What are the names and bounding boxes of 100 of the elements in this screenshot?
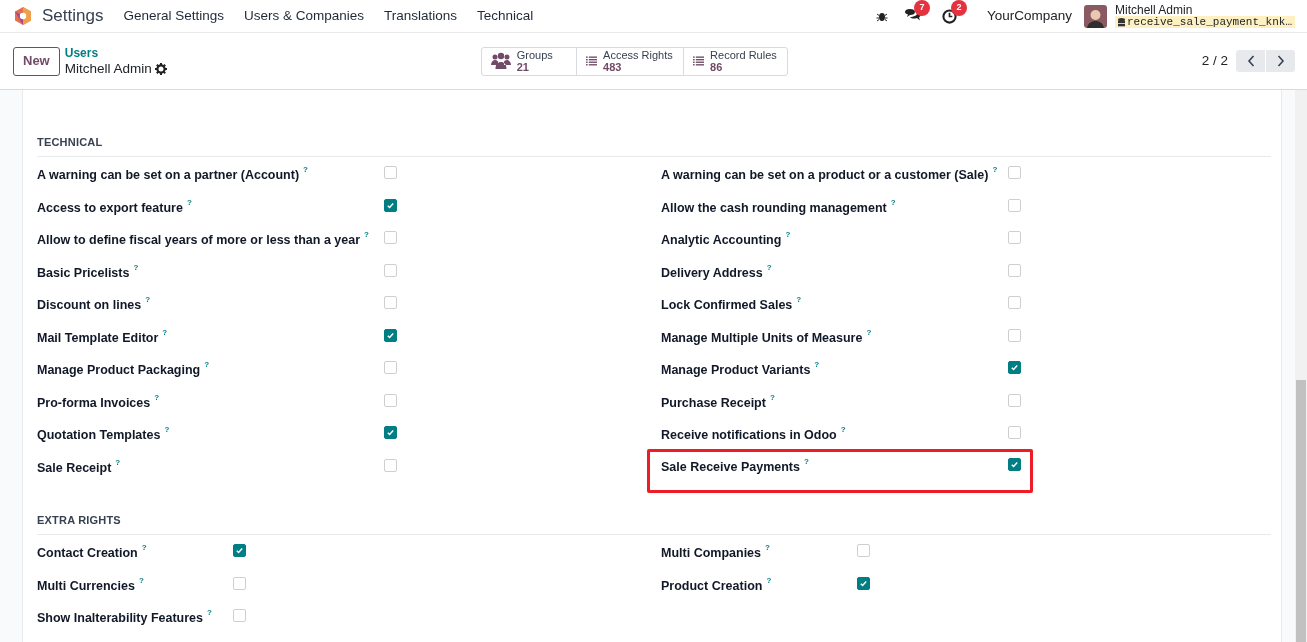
check-icon — [1010, 363, 1019, 372]
next-button[interactable] — [1266, 50, 1295, 72]
field-label: Multi Companies — [661, 545, 761, 563]
stat-label: Groups — [516, 49, 553, 61]
logo-icon[interactable] — [13, 6, 33, 26]
field-label: Manage Product Variants — [661, 362, 811, 379]
breadcrumb-link[interactable]: Users — [64, 46, 167, 61]
chevron-right-icon — [1276, 55, 1285, 67]
help-tooltip[interactable]: ? — [145, 294, 151, 306]
menu-item[interactable]: General Settings — [123, 5, 224, 27]
check-icon — [235, 546, 244, 556]
field-label: Multi Currencies — [37, 577, 135, 595]
bug-icon[interactable] — [875, 10, 888, 22]
record-title: Mitchell Admin — [64, 61, 152, 76]
pager-value: 2 / 2 — [1201, 51, 1228, 70]
help-tooltip[interactable]: ? — [204, 359, 210, 371]
field-label: Lock Confirmed Sales — [661, 297, 793, 314]
users-icon — [490, 52, 511, 70]
help-tooltip[interactable]: ? — [992, 164, 998, 176]
notification-badge: 7 — [913, 0, 930, 16]
smart-button[interactable]: Record Rules 86 — [682, 47, 787, 75]
checkbox[interactable] — [384, 426, 397, 439]
field-label: Analytic Accounting — [661, 232, 782, 249]
field-label: Contact Creation — [37, 545, 138, 563]
help-tooltip[interactable]: ? — [766, 574, 772, 587]
help-tooltip[interactable]: ? — [785, 229, 791, 241]
field-label: Product Creation — [661, 577, 763, 595]
checkbox[interactable] — [857, 576, 870, 590]
field-label: Show Inalterability Features — [37, 610, 203, 628]
notification-badge: 2 — [950, 0, 967, 16]
checkbox[interactable] — [233, 544, 246, 558]
menu-item[interactable]: Users & Companies — [244, 5, 365, 27]
field-label: Mail Template Editor — [37, 329, 159, 347]
gear-icon[interactable] — [154, 62, 167, 75]
help-tooltip[interactable]: ? — [154, 391, 160, 404]
field-label: Receive notifications in Odoo — [661, 427, 837, 444]
menu-item[interactable]: Translations — [384, 5, 458, 27]
scrollbar[interactable] — [1295, 90, 1307, 642]
help-tooltip[interactable]: ? — [890, 196, 896, 209]
help-tooltip[interactable]: ? — [766, 261, 772, 274]
smart-button[interactable]: Access Rights 483 — [575, 47, 683, 75]
check-icon — [386, 428, 395, 437]
field-label: Basic Pricelists — [37, 264, 130, 282]
stat-value: 483 — [603, 61, 623, 73]
help-tooltip[interactable]: ? — [141, 542, 147, 555]
help-tooltip[interactable]: ? — [814, 359, 820, 371]
stat-label: Record Rules — [710, 49, 777, 61]
help-tooltip[interactable]: ? — [364, 229, 369, 241]
section-title: EXTRA RIGHTS — [37, 514, 121, 527]
field-label: Delivery Address — [661, 264, 763, 282]
field-label: Sale Receive Payments — [661, 458, 800, 476]
checkbox[interactable] — [1008, 361, 1021, 374]
checkbox[interactable] — [384, 328, 397, 342]
help-tooltip[interactable]: ? — [138, 574, 144, 587]
smart-button[interactable]: Groups 21 — [481, 47, 576, 75]
help-tooltip[interactable]: ? — [133, 261, 139, 274]
help-tooltip[interactable]: ? — [303, 164, 308, 176]
field-label: Purchase Receipt — [661, 394, 766, 412]
field-label: Access to export feature — [37, 199, 183, 217]
database-icon — [1117, 17, 1125, 27]
help-tooltip[interactable]: ? — [115, 456, 121, 469]
help-tooltip[interactable]: ? — [769, 391, 775, 404]
check-icon — [1010, 459, 1019, 469]
stat-value: 86 — [710, 61, 724, 73]
user-name[interactable]: Mitchell Admin — [1114, 4, 1295, 16]
database-name: receive_sale_payment_knk… — [1114, 16, 1295, 28]
field-label: Pro-forma Invoices — [37, 394, 151, 412]
help-tooltip[interactable]: ? — [207, 607, 212, 620]
menu-item[interactable]: Technical — [477, 5, 534, 27]
field-label: A warning can be set on a product or a customer (Sale) — [661, 167, 989, 184]
field-label: A warning can be set on a partner (Account) — [37, 167, 300, 184]
stat-label: Access Rights — [603, 49, 673, 61]
avatar-icon[interactable] — [1083, 4, 1107, 28]
field-label: Discount on lines — [37, 297, 142, 314]
help-tooltip[interactable]: ? — [164, 424, 170, 436]
help-tooltip[interactable]: ? — [840, 424, 846, 436]
clock-icon[interactable] — [941, 8, 957, 24]
section-title: TECHNICAL — [37, 136, 103, 148]
chevron-left-icon — [1246, 55, 1255, 67]
help-tooltip[interactable]: ? — [186, 196, 192, 209]
new-button[interactable]: New — [13, 46, 60, 76]
field-label: Allow the cash rounding management — [661, 199, 887, 217]
field-label: Manage Product Packaging — [37, 362, 201, 379]
help-tooltip[interactable]: ? — [804, 455, 809, 468]
help-tooltip[interactable]: ? — [162, 326, 168, 339]
help-tooltip[interactable]: ? — [796, 294, 802, 306]
check-icon — [386, 330, 395, 340]
help-tooltip[interactable]: ? — [765, 542, 770, 555]
checkbox[interactable] — [1008, 457, 1021, 471]
help-tooltip[interactable]: ? — [866, 326, 872, 339]
check-icon — [386, 200, 395, 210]
field-label: Allow to define fiscal years of more or less than a year — [37, 232, 361, 249]
field-label: Sale Receipt — [37, 459, 112, 477]
app-title[interactable]: Settings — [42, 3, 104, 29]
company-switcher[interactable]: YourCompany — [986, 5, 1072, 27]
checkbox[interactable] — [384, 198, 397, 212]
field-label: Quotation Templates — [37, 427, 161, 444]
field-label: Manage Multiple Units of Measure — [661, 329, 863, 347]
check-icon — [859, 578, 868, 588]
previous-button[interactable] — [1236, 50, 1265, 72]
